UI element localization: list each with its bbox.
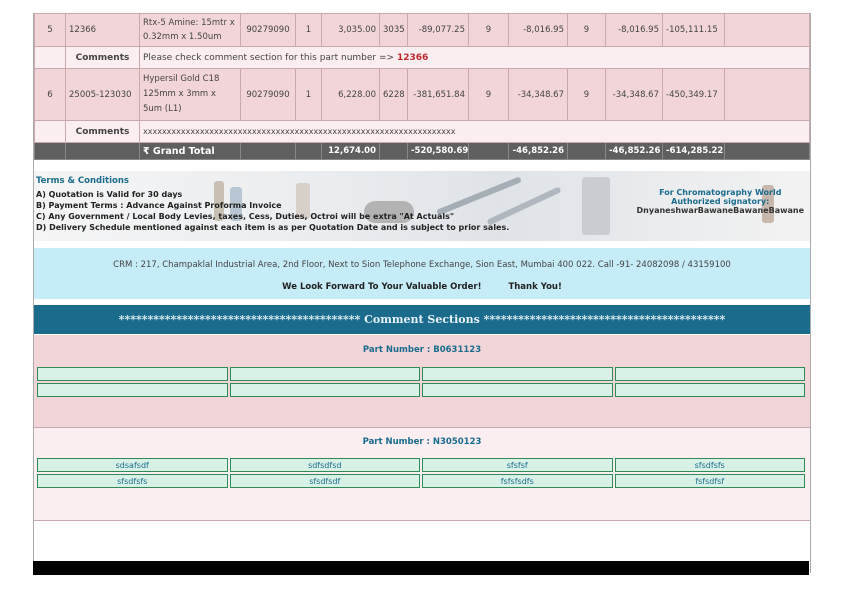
thanks-message: We Look Forward To Your Valuable Order!: [282, 282, 482, 292]
tax-rate-1: 9: [468, 13, 509, 47]
comment-cell: [37, 383, 228, 397]
signatory-title: Authorized signatory:: [671, 197, 770, 206]
comment-cell: sfsfsf: [422, 458, 613, 472]
line-total: -105,111.15: [662, 13, 725, 47]
term-line: C) Any Government / Local Body Levies, t…: [36, 212, 455, 221]
table-row: [37, 383, 805, 397]
comment-cell: [422, 367, 613, 381]
bottom-bar: [33, 561, 809, 575]
grand-total-amount: -520,580.69: [407, 142, 469, 160]
table-row: 5 12366 Rtx-5 Amine: 15mtr x 0.32mm x 1.…: [34, 13, 810, 47]
amount-col2: -381,651.84: [407, 68, 469, 121]
comment-cell: fsfsdfsf: [614, 474, 805, 488]
comment-cell: [229, 367, 420, 381]
comment-cell: [614, 383, 805, 397]
part-comment-section: Part Number : B0631123: [34, 335, 810, 427]
comment-cell: sfsdfsfs: [37, 474, 228, 488]
tax-rate-2: 9: [567, 68, 606, 121]
unit-price: 6,228.00: [321, 68, 380, 121]
comment-cell: sfsdfsfs: [614, 458, 805, 472]
company-footer: CRM : 217, Champaklal Industrial Area, 2…: [34, 248, 810, 299]
quantity: 1: [295, 13, 322, 47]
comment-cell: fsfsfsdfs: [422, 474, 613, 488]
comment-grid: sdsafsdf sdfsdfsd sfsfsf sfsdfsfs sfsdfs…: [35, 456, 807, 490]
items-table: 5 12366 Rtx-5 Amine: 15mtr x 0.32mm x 1.…: [34, 13, 810, 160]
thank-you: Thank You!: [508, 282, 562, 292]
line-total: -450,349.17: [662, 68, 725, 121]
tax-amount-1: -8,016.95: [508, 13, 568, 47]
quantity: 1: [295, 68, 322, 121]
comment-cell: [37, 367, 228, 381]
part-number-title: Part Number : N3050123: [362, 437, 482, 447]
unit-price: 3,035.00: [321, 13, 380, 47]
table-row: 6 25005-123030 Hypersil Gold C18 125mm x…: [34, 68, 810, 121]
comment-sections-header: ****************************************…: [34, 305, 810, 334]
tax-amount-2: -34,348.67: [605, 68, 663, 121]
comment-cell: sdfsdfsd: [229, 458, 420, 472]
signatory-name: DnyaneshwarBawaneBawaneBawane: [636, 206, 804, 215]
quotation-page: 5 12366 Rtx-5 Amine: 15mtr x 0.32mm x 1.…: [33, 13, 811, 573]
description: Rtx-5 Amine: 15mtr x 0.32mm x 1.50um: [139, 13, 241, 47]
hsn-code: 90279090: [240, 13, 296, 47]
term-line: D) Delivery Schedule mentioned against e…: [36, 223, 510, 232]
tax-amount-1: -34,348.67: [508, 68, 568, 121]
comment-row: Comments xxxxxxxxxxxxxxxxxxxxxxxxxxxxxxx…: [34, 120, 810, 143]
grand-total-tax-1: -46,852.26: [508, 142, 568, 160]
part-comment-section: Part Number : N3050123 sdsafsdf sdfsdfsd…: [34, 427, 810, 521]
part-number: 12366: [65, 13, 140, 47]
comment-cell: sdsafsdf: [37, 458, 228, 472]
table-row: sfsdfsfs sfsdfsdf fsfsfsdfs fsfsdfsf: [37, 474, 805, 488]
amount-col1: 6228: [379, 68, 408, 121]
term-line: B) Payment Terms : Advance Against Profo…: [36, 201, 282, 210]
thanks-line: We Look Forward To Your Valuable Order! …: [34, 282, 810, 292]
sr-no: 6: [34, 68, 66, 121]
grand-total-row: ₹ Grand Total 12,674.00 -520,580.69 -46,…: [34, 142, 810, 160]
terms-title: Terms & Conditions: [36, 176, 129, 186]
product-image-decoration: [486, 186, 562, 226]
tax-rate-2: 9: [567, 13, 606, 47]
grand-total-tax-2: -46,852.26: [605, 142, 663, 160]
comments-label: Comments: [65, 120, 140, 143]
grand-total-label: ₹ Grand Total: [139, 142, 241, 160]
comment-row: Comments Please check comment section fo…: [34, 46, 810, 69]
table-row: [37, 367, 805, 381]
grand-total-sum: -614,285.22: [662, 142, 725, 160]
sr-no: 5: [34, 13, 66, 47]
amount-col1: 3035: [379, 13, 408, 47]
part-number-title: Part Number : B0631123: [362, 345, 482, 355]
comment-cell: [229, 383, 420, 397]
comment-text: xxxxxxxxxxxxxxxxxxxxxxxxxxxxxxxxxxxxxxxx…: [139, 120, 810, 143]
tax-rate-1: 9: [468, 68, 509, 121]
tax-amount-2: -8,016.95: [605, 13, 663, 47]
comment-part-ref: 12366: [396, 52, 429, 63]
term-line: A) Quotation is Valid for 30 days: [36, 190, 183, 199]
table-row: sdsafsdf sdfsdfsd sfsfsf sfsdfsfs: [37, 458, 805, 472]
amount-col2: -89,077.25: [407, 13, 469, 47]
description: Hypersil Gold C18 125mm x 3mm x 5um (L1): [139, 68, 241, 121]
comments-label: Comments: [65, 46, 140, 69]
comment-text: Please check comment section for this pa…: [139, 46, 810, 69]
terms-section: Terms & Conditions A) Quotation is Valid…: [34, 171, 810, 241]
grand-total-price: 12,674.00: [321, 142, 380, 160]
comment-grid: [35, 365, 807, 399]
signatory-block: For Chromatography World Authorized sign…: [637, 188, 804, 215]
signatory-company: For Chromatography World: [659, 188, 782, 197]
comment-cell: [614, 367, 805, 381]
comment-cell: [422, 383, 613, 397]
hsn-code: 90279090: [240, 68, 296, 121]
comment-cell: sfsdfsdf: [229, 474, 420, 488]
product-image-decoration: [582, 177, 610, 235]
part-number: 25005-123030: [65, 68, 140, 121]
company-address: CRM : 217, Champaklal Industrial Area, 2…: [113, 260, 731, 270]
